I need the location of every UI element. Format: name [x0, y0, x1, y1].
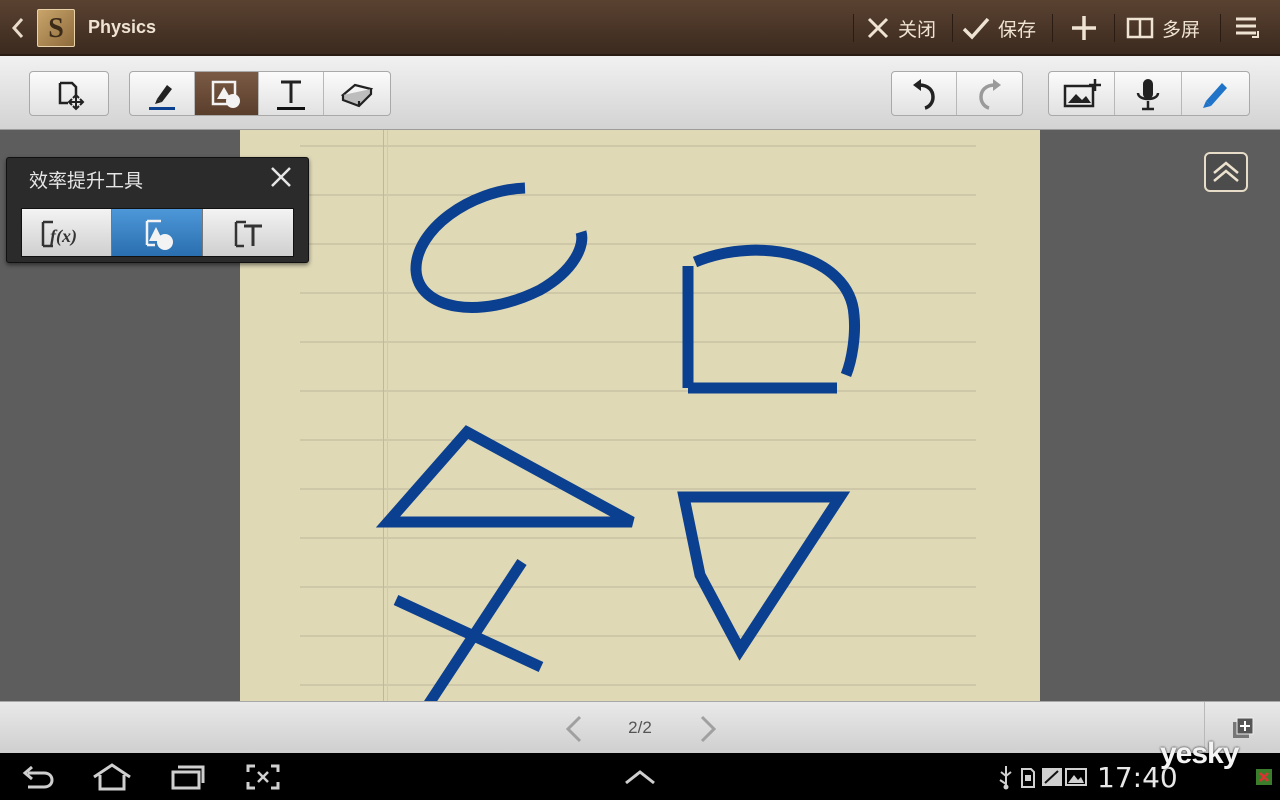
selection-mode-button[interactable] — [1182, 72, 1249, 115]
close-icon — [867, 17, 889, 39]
pen-tool-button[interactable] — [130, 72, 195, 115]
chevron-left-icon — [11, 18, 24, 38]
check-icon — [962, 17, 990, 40]
save-button[interactable]: 保存 — [962, 0, 1036, 56]
signal-status-icon — [1252, 761, 1276, 793]
text-tool-button[interactable] — [259, 72, 324, 115]
selection-pen-icon — [1203, 82, 1228, 108]
multiscreen-button[interactable]: 多屏 — [1126, 0, 1200, 56]
eraser-icon — [340, 83, 373, 107]
shape-match-button[interactable] — [112, 209, 203, 256]
redo-icon — [978, 78, 1001, 110]
shape-icon — [145, 219, 173, 250]
system-navigation-bar: 17:40 — [0, 753, 1280, 800]
undo-button[interactable] — [892, 72, 957, 115]
close-button[interactable]: 关闭 — [866, 0, 936, 56]
insert-group — [1048, 71, 1250, 116]
panel-tools: f(x) — [21, 208, 294, 257]
drawn-cross — [393, 558, 544, 701]
note-page[interactable] — [240, 130, 1040, 701]
signal-icon — [1256, 769, 1272, 785]
formula-label: f(x) — [50, 226, 77, 247]
close-icon — [271, 167, 291, 187]
text-recognition-button[interactable] — [202, 209, 293, 256]
chevron-left-icon — [565, 715, 582, 743]
text-icon — [276, 80, 305, 110]
eraser-tool-button[interactable] — [324, 72, 390, 115]
redo-button[interactable] — [957, 72, 1022, 115]
add-button[interactable] — [1070, 0, 1098, 56]
system-app-tray-button[interactable] — [620, 761, 660, 793]
panel-close-button[interactable] — [268, 164, 294, 190]
note-app-status-icon — [1040, 761, 1064, 793]
back-button[interactable] — [6, 14, 30, 42]
app-logo: S — [37, 9, 75, 47]
insert-image-icon — [1063, 78, 1101, 107]
system-back-button[interactable] — [18, 761, 58, 793]
screenshot-icon — [246, 764, 280, 790]
action-divider — [1052, 14, 1053, 42]
usb-status-icon — [994, 761, 1018, 793]
previous-page-button[interactable] — [560, 714, 590, 744]
page-indicator: 2/2 — [628, 718, 652, 737]
page-move-icon — [58, 81, 85, 110]
undo-icon — [913, 78, 935, 110]
action-divider — [1220, 14, 1221, 42]
action-bar: S Physics 关闭 保存 多屏 — [0, 0, 1280, 56]
image-icon — [1065, 768, 1087, 786]
insert-image-button[interactable] — [1049, 72, 1116, 115]
chevron-up-icon — [1213, 161, 1239, 182]
chevron-up-icon — [625, 770, 655, 785]
overflow-menu-button[interactable] — [1234, 0, 1260, 56]
action-divider — [853, 14, 854, 42]
history-group — [891, 71, 1023, 116]
collapse-toolbar-button[interactable] — [1204, 152, 1248, 192]
formula-match-button[interactable]: f(x) — [22, 209, 113, 256]
shape-icon — [212, 80, 241, 108]
tool-group — [129, 71, 391, 116]
action-divider — [952, 14, 953, 42]
shape-tool-button[interactable] — [194, 72, 259, 115]
close-label: 关闭 — [898, 19, 937, 41]
back-arrow-icon — [22, 765, 54, 789]
drawn-ellipse — [410, 182, 588, 313]
watermark: yesky — [1160, 737, 1239, 770]
split-screen-icon — [1126, 17, 1154, 39]
gallery-status-icon — [1064, 761, 1088, 793]
voice-memo-button[interactable] — [1115, 72, 1182, 115]
system-home-button[interactable] — [90, 761, 134, 793]
save-label: 保存 — [998, 19, 1037, 41]
multiscreen-label: 多屏 — [1162, 19, 1201, 41]
system-screenshot-button[interactable] — [244, 761, 282, 793]
edit-toolbar — [0, 56, 1280, 130]
page-navigation-bar: 2/2 — [0, 701, 1280, 754]
page-move-button[interactable] — [29, 71, 109, 116]
text-icon — [234, 220, 262, 247]
efficiency-tools-panel: 效率提升工具 f(x) — [6, 157, 309, 263]
drawn-inverted-triangle — [677, 491, 851, 661]
chevron-right-icon — [700, 715, 717, 743]
system-recent-apps-button[interactable] — [168, 761, 208, 793]
recent-apps-icon — [171, 765, 205, 790]
drawn-rounded-square — [682, 244, 860, 394]
pen-icon — [148, 84, 175, 110]
notebook-title: Physics — [88, 17, 157, 37]
sd-card-icon — [1021, 768, 1035, 788]
menu-icon — [1236, 17, 1259, 38]
home-icon — [93, 763, 131, 791]
next-page-button[interactable] — [692, 714, 722, 744]
action-divider — [1114, 14, 1115, 42]
plus-icon — [1072, 16, 1096, 40]
panel-title: 效率提升工具 — [29, 170, 144, 192]
formula-icon: f(x) — [41, 220, 77, 247]
usb-icon — [999, 766, 1012, 790]
note-icon — [1042, 768, 1062, 786]
handwriting-canvas[interactable] — [240, 130, 1040, 701]
microphone-icon — [1136, 78, 1160, 110]
sd-card-status-icon — [1018, 761, 1038, 793]
drawn-triangle — [375, 425, 635, 528]
